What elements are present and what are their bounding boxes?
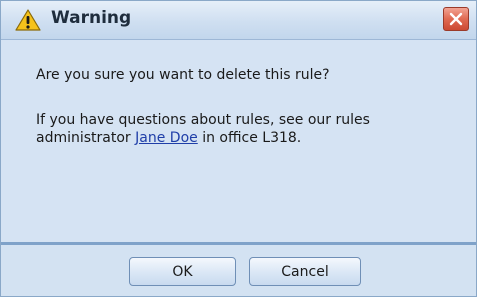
info-text-prefix: administrator [36,130,136,146]
info-text-suffix: in office L318. [197,130,302,146]
message-area: Are you sure you want to delete this rul… [1,40,476,242]
cancel-button[interactable]: Cancel [249,257,361,286]
info-text-line-2: administrator Jane Doe in office L318. [36,129,301,147]
warning-icon [15,9,41,31]
admin-link[interactable]: Jane Doe [135,130,198,146]
title-bar[interactable]: Warning [1,1,476,40]
warning-dialog: Warning Are you sure you want to delete … [0,0,477,297]
close-icon [449,12,463,26]
dialog-title: Warning [51,8,132,28]
confirmation-question: Are you sure you want to delete this rul… [36,67,330,83]
info-text-line-1: If you have questions about rules, see o… [36,112,370,128]
button-bar: OK Cancel [1,245,476,296]
ok-button[interactable]: OK [129,257,236,286]
close-button[interactable] [443,7,469,31]
